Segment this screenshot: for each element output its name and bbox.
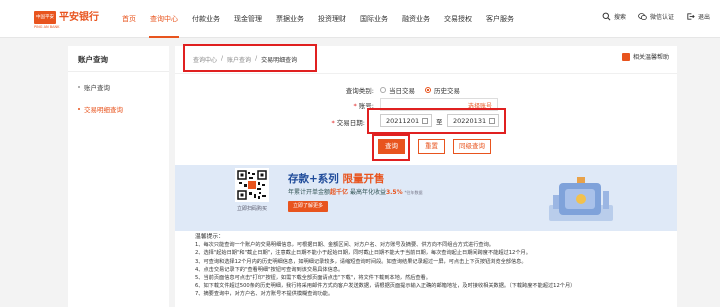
wechat-tool[interactable]: 微信认证: [638, 12, 674, 21]
calendar-icon[interactable]: [422, 118, 428, 124]
tip-item: 5、当前页面信息可点击"打印"按钮，如需下载全部页面请点击"下载"，将文件下载到…: [195, 275, 431, 282]
nav-item-service[interactable]: 客户服务: [479, 0, 521, 38]
header-tools: 搜索 微信认证 退出: [602, 12, 710, 21]
search-icon: [602, 12, 611, 21]
nav-item-authorization[interactable]: 交易授权: [437, 0, 479, 38]
sync-query-button[interactable]: 同级查询: [453, 139, 491, 154]
logout-tool[interactable]: 退出: [686, 12, 710, 21]
radio-circle-icon: [425, 87, 431, 93]
radio-history[interactable]: 历史交易: [425, 85, 460, 95]
help-label: 相关温馨帮助: [632, 54, 669, 61]
tip-item: 4、点击交易记录下的"查看明细"按钮可查询到该交易具体信息。: [195, 266, 344, 273]
help-icon: [621, 52, 630, 61]
logout-tool-label: 退出: [697, 14, 710, 21]
banner-subtitle: 年累计开单金额超千亿 最高年化收益3.5% *往年数据: [288, 189, 423, 196]
tip-item: 7、摘要查询中，对方户名、对方账号不提供模糊查询功能。: [195, 291, 334, 298]
qr-caption: 立即扫码购买: [236, 206, 267, 212]
radio-today-label: 当日交易: [389, 87, 415, 95]
account-label: * 账号:: [353, 102, 374, 110]
nav-item-international[interactable]: 国际业务: [353, 0, 395, 38]
search-tool[interactable]: 搜索: [602, 12, 626, 21]
wechat-icon: [638, 13, 647, 21]
radio-today[interactable]: 当日交易: [380, 85, 415, 95]
nav-item-invest[interactable]: 投资理财: [311, 0, 353, 38]
query-button[interactable]: 查询: [378, 139, 405, 154]
banner-learn-more-button[interactable]: 立即了解更多: [288, 201, 328, 212]
divider: [175, 73, 677, 74]
brand-sub: PING AN BANK: [34, 25, 60, 29]
sidebar-item-transaction-detail[interactable]: 交易明细查询: [68, 94, 169, 116]
breadcrumb: 查询中心 / 账户查询 / 交易明细查询: [193, 55, 297, 64]
radio-history-label: 历史交易: [434, 87, 460, 95]
brand-name: 平安银行: [59, 12, 99, 23]
tip-item: 2、选择"起始日期"和"截止日期"，注意截止日期不能小于起始日期，同时截止日期不…: [195, 250, 531, 257]
tip-item: 1、每次只能查询一个账户的交易明细信息，可根据日期、金额区间、对方户名、对方账号…: [195, 242, 494, 249]
nav-item-bills[interactable]: 票据业务: [269, 0, 311, 38]
sidebar-item-label: 账户查询: [84, 84, 110, 92]
qr-code-icon: [237, 170, 267, 200]
query-type-radio-group: 当日交易 历史交易: [380, 85, 460, 95]
bullet-icon: [78, 108, 80, 110]
tips-title: 温馨提示：: [195, 234, 224, 240]
nav-item-cash[interactable]: 现金管理: [227, 0, 269, 38]
main-panel: 查询中心 / 账户查询 / 交易明细查询 相关温馨帮助 查询类别: 当日交易 历…: [175, 44, 677, 307]
breadcrumb-item-current: 交易明细查询: [261, 57, 298, 64]
calendar-icon[interactable]: [489, 118, 495, 124]
nav-item-query-center[interactable]: 查询中心: [143, 0, 185, 38]
breadcrumb-separator: /: [255, 55, 258, 62]
banner-title-main: 存款+系列: [288, 173, 339, 185]
tip-item: 3、可查询和选择12个月内的历史明细信息，如明细记录较多，请缩短查询时间段。如查…: [195, 258, 527, 265]
brand-logo[interactable]: 中国平安 PINGAN 平安银行 PING AN BANK: [34, 11, 99, 33]
search-tool-label: 搜索: [613, 14, 626, 21]
radio-circle-icon: [380, 87, 386, 93]
breadcrumb-separator: /: [221, 55, 224, 62]
sidebar-item-account-query[interactable]: 账户查询: [68, 72, 169, 94]
nav-item-finance[interactable]: 融资业务: [395, 0, 437, 38]
sidebar-item-label: 交易明细查询: [84, 106, 123, 114]
help-link[interactable]: 相关温馨帮助: [621, 52, 669, 61]
date-separator: 至: [436, 118, 443, 126]
date-from-input[interactable]: 20211201: [380, 114, 432, 127]
bullet-icon: [78, 86, 80, 88]
tip-item: 6、如下载文件超过500条的历史明细，我行将采用邮件方式向客户发送数据，请根据页…: [195, 283, 576, 290]
logout-icon: [687, 13, 695, 20]
breadcrumb-item[interactable]: 账户查询: [227, 55, 251, 64]
nav-item-home[interactable]: 首页: [115, 0, 143, 38]
banner-title: 存款+系列 限量开售: [288, 171, 384, 186]
top-navbar: 中国平安 PINGAN 平安银行 PING AN BANK 首页 查询中心 付款…: [0, 0, 720, 38]
brand-mark: 中国平安 PINGAN: [34, 11, 56, 33]
promo-banner[interactable]: 立即扫码购买 存款+系列 限量开售 年累计开单金额超千亿 最高年化收益3.5% …: [175, 165, 677, 231]
reset-button[interactable]: 重置: [418, 139, 445, 154]
date-to-input[interactable]: 20220131: [447, 114, 499, 127]
date-to-value: 20220131: [453, 117, 487, 125]
main-nav: 首页 查询中心 付款业务 现金管理 票据业务 投资理财 国际业务 融资业务 交易…: [115, 0, 521, 38]
wechat-tool-label: 微信认证: [649, 14, 674, 21]
breadcrumb-item[interactable]: 查询中心: [193, 55, 217, 64]
piggy-bank-illustration-icon: [549, 177, 613, 221]
sidebar-title: 账户查询: [68, 46, 169, 72]
sidebar: 账户查询 账户查询 交易明细查询: [68, 46, 169, 307]
tips-section: 温馨提示： 1、每次只能查询一个账户的交易明细信息，可根据日期、金额区间、对方户…: [195, 233, 671, 299]
query-type-label: 查询类别:: [345, 87, 374, 95]
nav-item-payment[interactable]: 付款业务: [185, 0, 227, 38]
banner-title-accent: 限量开售: [342, 173, 385, 185]
qr-code: [235, 168, 269, 202]
date-from-value: 20211201: [386, 117, 420, 125]
date-label: * 交易日期:: [331, 119, 365, 127]
